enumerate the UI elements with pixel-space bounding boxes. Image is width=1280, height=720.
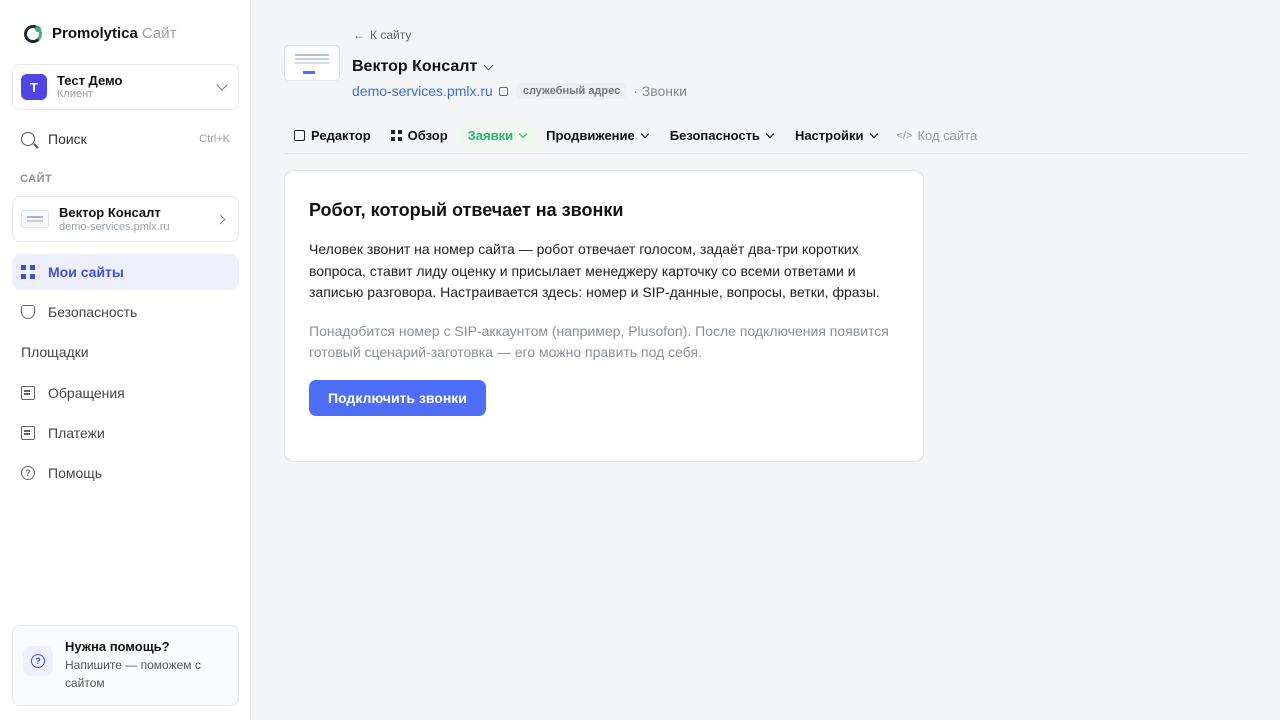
search-label: Поиск xyxy=(48,131,87,147)
sidebar-item-my-sites[interactable]: Мои сайты xyxy=(12,254,239,290)
calls-robot-card: Робот, который отвечает на звонки Челове… xyxy=(284,170,924,462)
tab-label: Обзор xyxy=(407,128,448,143)
current-site-card[interactable]: Вектор Консалт demo-services.pmlx.ru xyxy=(12,196,239,242)
sidebar-item-requests[interactable]: Обращения xyxy=(12,375,239,411)
tab-security[interactable]: Безопасность xyxy=(660,122,783,150)
tab-promotion[interactable]: Продвижение xyxy=(536,122,658,150)
sidebar: Promolytica Сайт Т Тест Демо Клиент Поиск… xyxy=(0,0,251,720)
sidebar-item-label: Обращения xyxy=(48,385,125,401)
site-domain-link[interactable]: demo-services.pmlx.ru xyxy=(352,83,493,99)
tab-requests[interactable]: Заявки xyxy=(457,121,537,150)
search-icon xyxy=(21,132,35,146)
breadcrumb-current: · Звонки xyxy=(633,83,687,99)
site-switcher[interactable]: Вектор Консалт xyxy=(352,58,494,76)
sidebar-item-label: Помощь xyxy=(48,465,103,481)
chevron-right-icon xyxy=(215,214,226,224)
back-link[interactable]: ← К сайту xyxy=(353,28,411,42)
code-icon: </> xyxy=(896,129,913,142)
chevron-down-icon xyxy=(483,60,494,70)
card-title: Робот, который отвечает на звонки xyxy=(309,200,624,220)
sidebar-item-label: Мои сайты xyxy=(48,264,124,280)
chevron-down-icon xyxy=(518,129,528,139)
help-badge: ? xyxy=(23,646,53,676)
account-switcher[interactable]: Т Тест Демо Клиент xyxy=(12,64,239,110)
chevron-down-icon xyxy=(216,79,228,91)
tab-label: Редактор xyxy=(311,128,371,143)
chevron-down-icon xyxy=(869,129,878,139)
account-name: Тест Демо xyxy=(57,73,123,88)
brand[interactable]: Promolytica Сайт xyxy=(24,24,176,44)
shield-icon xyxy=(21,305,35,319)
sidebar-item-help[interactable]: ? Помощь xyxy=(12,455,239,491)
site-name: Вектор Консалт xyxy=(59,204,161,220)
tab-site-code[interactable]: </> Код сайта xyxy=(887,122,988,150)
grid-icon xyxy=(390,130,402,141)
site-meta: demo-services.pmlx.ru служебный адрес · … xyxy=(352,81,687,101)
receipt-icon xyxy=(21,426,35,440)
tab-overview[interactable]: Обзор xyxy=(381,122,458,150)
logo-icon xyxy=(24,25,42,43)
sidebar-item-label: Площадки xyxy=(21,344,89,360)
section-label: САЙТ xyxy=(20,173,53,185)
brand-suffix: Сайт xyxy=(141,25,177,42)
help-title: Нужна помощь? xyxy=(65,639,170,654)
external-link-icon[interactable] xyxy=(498,86,508,96)
service-address-badge: служебный адрес xyxy=(515,83,628,99)
tab-editor[interactable]: Редактор xyxy=(284,122,381,150)
tab-label: Код сайта xyxy=(917,128,978,143)
help-icon: ? xyxy=(21,466,35,480)
sidebar-item-label: Платежи xyxy=(48,425,105,441)
help-card[interactable]: ? Нужна помощь? Напишите — поможем с сай… xyxy=(12,625,239,706)
sidebar-item-payments[interactable]: Платежи xyxy=(12,415,239,451)
site-thumbnail xyxy=(21,210,49,228)
chat-icon xyxy=(294,130,305,141)
card-note: Понадобится номер с SIP-аккаунтом (напри… xyxy=(309,322,889,360)
brand-name: Promolytica xyxy=(52,25,138,42)
help-description: Напишите — поможем с сайтом xyxy=(65,658,201,690)
chevron-down-icon xyxy=(765,129,775,139)
site-url: demo-services.pmlx.ru xyxy=(59,220,170,233)
arrow-left-icon: ← xyxy=(353,28,365,42)
grid-icon xyxy=(21,265,35,279)
card-description: Человек звонит на номер сайта — робот от… xyxy=(309,241,880,300)
search-button[interactable]: Поиск Ctrl+K xyxy=(12,122,239,156)
tab-label: Продвижение xyxy=(546,128,635,143)
tab-label: Настройки xyxy=(794,128,864,143)
tab-label: Заявки xyxy=(467,128,514,143)
document-icon xyxy=(21,386,35,400)
back-label: К сайту xyxy=(370,28,412,42)
page-title: Вектор Консалт xyxy=(352,58,478,75)
site-tabs: Редактор Обзор Заявки Продвижение Безопа… xyxy=(284,118,1248,154)
sidebar-item-security[interactable]: Безопасность xyxy=(12,294,239,330)
question-icon: ? xyxy=(31,654,45,668)
connect-calls-button[interactable]: Подключить звонки xyxy=(309,379,486,416)
avatar: Т xyxy=(21,74,47,100)
site-preview-thumbnail[interactable] xyxy=(284,45,340,81)
chevron-down-icon xyxy=(640,129,649,139)
search-shortcut: Ctrl+K xyxy=(199,133,230,145)
sidebar-item-label: Безопасность xyxy=(48,304,138,320)
sidebar-item-platforms[interactable]: Площадки xyxy=(12,334,239,370)
account-role: Клиент xyxy=(57,88,94,100)
tab-label: Безопасность xyxy=(669,128,760,143)
tab-settings[interactable]: Настройки xyxy=(785,122,887,150)
